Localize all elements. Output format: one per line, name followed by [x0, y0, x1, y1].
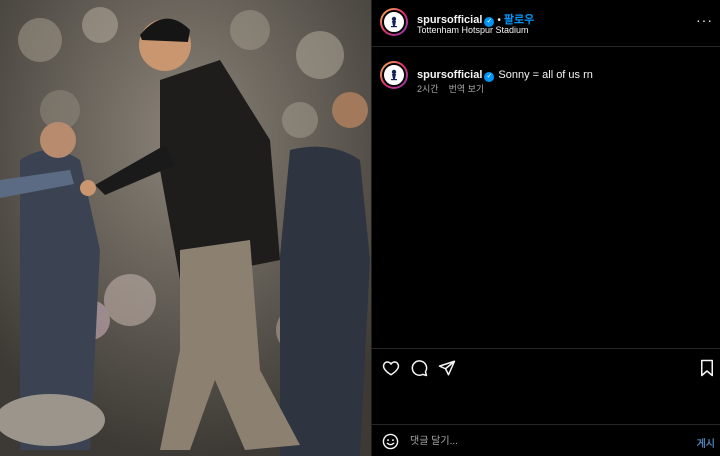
- header-avatar[interactable]: [380, 8, 408, 36]
- post-comment-button[interactable]: 게시: [697, 435, 715, 450]
- more-options-icon[interactable]: ···: [696, 12, 713, 28]
- paper-plane-icon: [438, 360, 456, 376]
- caption-meta: 2시간 번역 보기: [417, 82, 484, 95]
- post-header: spursofficial ✓ • 팔로우 Tottenham Hotspur Sta…: [372, 0, 720, 47]
- caption: spursofficial ✓ Sonny = all of us rn: [417, 65, 593, 83]
- spurs-crest-icon: [391, 16, 397, 28]
- share-button[interactable]: [438, 359, 456, 377]
- post-side-panel: spursofficial ✓ • 팔로우 Tottenham Hotspur Sta…: [371, 0, 720, 456]
- comment-button[interactable]: [410, 359, 428, 377]
- bookmark-icon: [701, 359, 713, 377]
- location-link[interactable]: Tottenham Hotspur Stadium: [417, 25, 529, 35]
- post-image[interactable]: [0, 0, 371, 456]
- comment-input[interactable]: [410, 430, 670, 452]
- comment-bar: 게시: [372, 424, 720, 456]
- comment-bubble-icon: [411, 360, 428, 377]
- post-viewer: spursofficial ✓ • 팔로우 Tottenham Hotspur Sta…: [0, 0, 720, 456]
- emoji-button[interactable]: [382, 433, 399, 450]
- celebration-photo: [0, 0, 371, 456]
- save-button[interactable]: [698, 359, 716, 377]
- caption-username[interactable]: spursofficial: [417, 69, 482, 81]
- caption-text: Sonny = all of us rn: [498, 69, 593, 81]
- post-time[interactable]: 2시간: [417, 84, 439, 94]
- spurs-crest-icon: [391, 69, 397, 81]
- verified-badge-icon: ✓: [484, 72, 495, 82]
- caption-avatar[interactable]: [380, 61, 408, 89]
- action-bar: [372, 348, 720, 386]
- like-button[interactable]: [382, 359, 400, 377]
- heart-icon: [382, 361, 400, 376]
- smiley-icon: [382, 433, 399, 450]
- translate-link[interactable]: 번역 보기: [449, 84, 485, 94]
